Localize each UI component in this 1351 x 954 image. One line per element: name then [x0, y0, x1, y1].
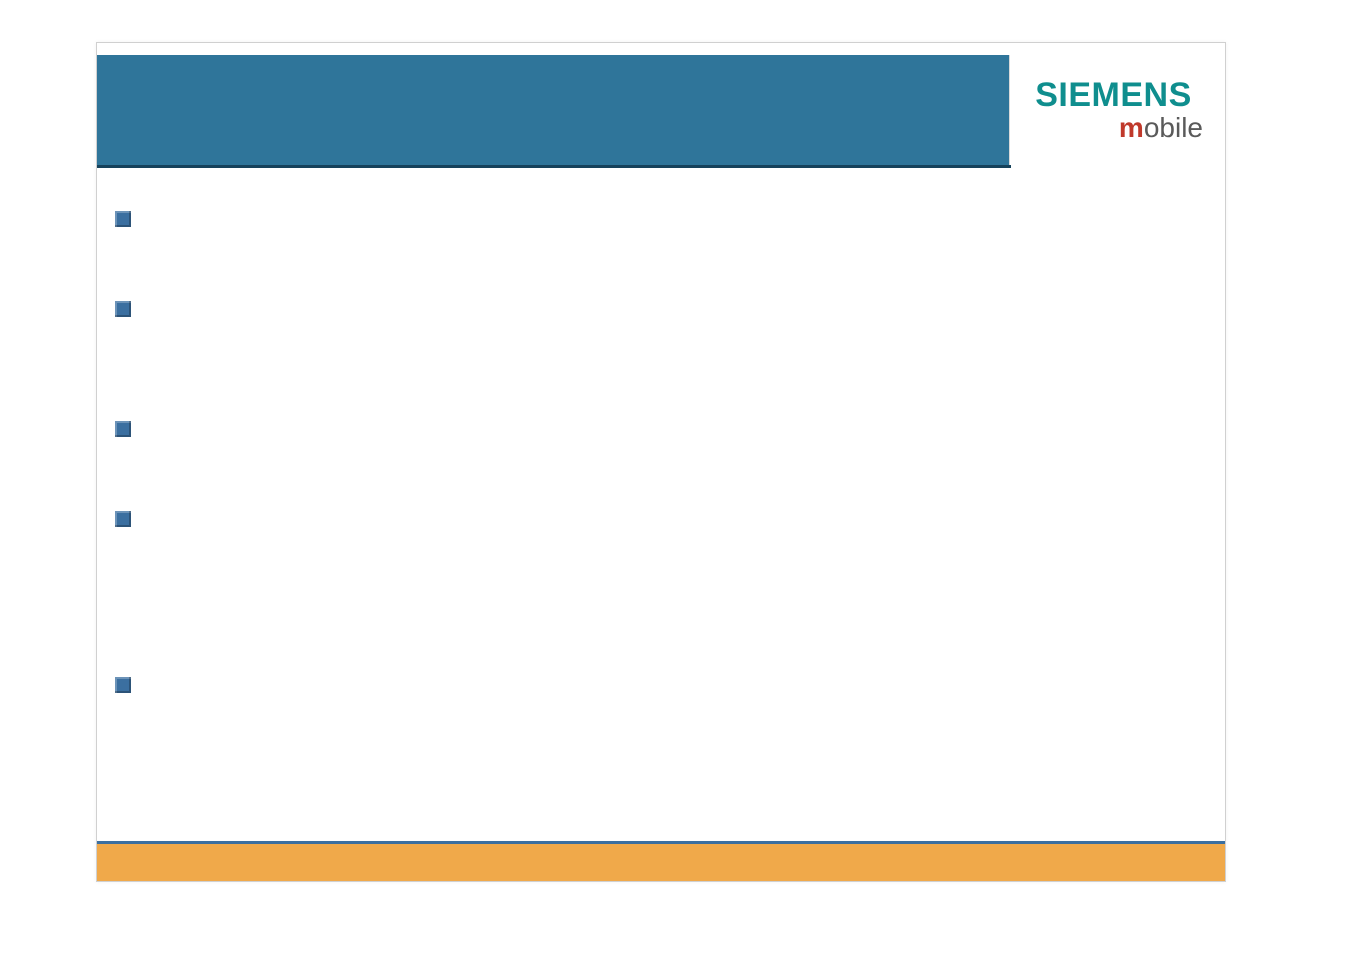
bullet-icon: [115, 301, 131, 317]
brand-sublogo-m: m: [1119, 112, 1144, 143]
bullet-icon: [115, 211, 131, 227]
header-underline: [97, 165, 1011, 168]
brand-logo-box: SIEMENS mobile: [1009, 55, 1225, 165]
slide-header-row: SIEMENS mobile: [97, 55, 1225, 165]
brand-logo-text: SIEMENS: [1035, 78, 1192, 112]
brand-sublogo: mobile: [1119, 114, 1203, 142]
bullet-icon: [115, 511, 131, 527]
slide-title-bar: [97, 55, 1009, 165]
bullet-icon: [115, 421, 131, 437]
slide-footer-bar: [97, 841, 1225, 881]
brand-sublogo-rest: obile: [1144, 112, 1203, 143]
bullet-icon: [115, 677, 131, 693]
slide-page: SIEMENS mobile: [96, 42, 1226, 882]
